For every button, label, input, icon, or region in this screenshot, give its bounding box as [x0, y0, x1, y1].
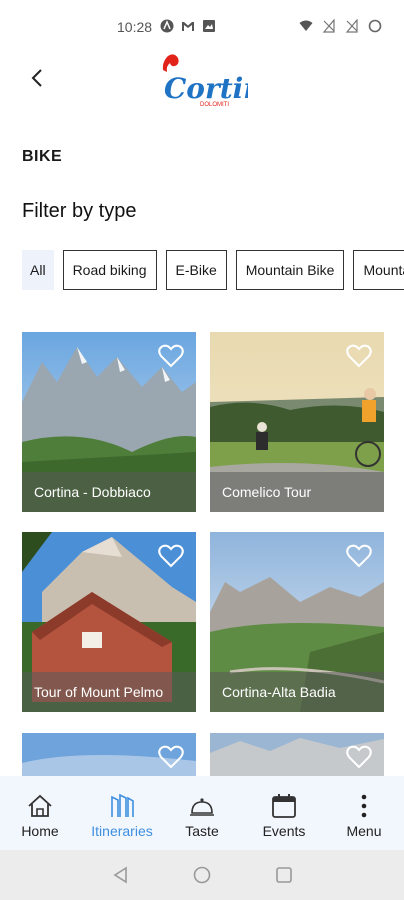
nav-itineraries[interactable]: Itineraries — [86, 776, 158, 850]
system-recents-icon[interactable] — [273, 864, 295, 886]
chip-all[interactable]: All — [22, 250, 54, 290]
nav-events[interactable]: Events — [256, 776, 312, 850]
signal-off-icon — [322, 19, 335, 33]
status-time: 10:28 — [117, 19, 153, 35]
nav-events-label: Events — [262, 823, 306, 839]
chip-mountain-bike[interactable]: Mountain Bike — [235, 250, 345, 290]
favorite-heart-icon[interactable] — [346, 745, 372, 769]
chip-road-biking[interactable]: Road biking — [62, 250, 157, 290]
gmail-icon — [182, 22, 194, 31]
nav-taste-label: Taste — [185, 823, 219, 839]
wifi-icon — [299, 20, 313, 31]
itinerary-title: Cortina-Alta Badia — [210, 672, 384, 712]
system-navigation-bar — [0, 850, 404, 900]
itinerary-card[interactable]: Cortina-Alta Badia — [210, 532, 384, 712]
calendar-icon — [272, 794, 296, 818]
filter-title: Filter by type — [22, 200, 137, 222]
chip-e-bike[interactable]: E-Bike — [165, 250, 227, 290]
nav-home-label: Home — [21, 823, 59, 839]
itinerary-title: Comelico Tour — [210, 472, 384, 512]
signal-off-icon-2 — [345, 19, 358, 33]
nav-home[interactable]: Home — [18, 776, 62, 850]
favorite-heart-icon[interactable] — [346, 544, 372, 568]
system-home-icon[interactable] — [191, 864, 213, 886]
itinerary-card[interactable] — [210, 733, 384, 776]
filter-chips: All Road biking E-Bike Mountain Bike Mou… — [22, 250, 404, 290]
chevron-left-icon — [31, 69, 42, 87]
logo-subtext: DOLOMITI — [200, 102, 229, 108]
itinerary-card[interactable]: Comelico Tour — [210, 332, 384, 512]
nav-taste[interactable]: Taste — [180, 776, 224, 850]
home-icon — [28, 794, 52, 817]
nav-itineraries-label: Itineraries — [91, 823, 153, 839]
favorite-heart-icon[interactable] — [346, 344, 372, 368]
itinerary-card[interactable]: Tour of Mount Pelmo — [22, 532, 196, 712]
nav-menu-label: Menu — [346, 823, 382, 839]
nav-menu[interactable]: Menu — [342, 776, 386, 850]
system-status-icons — [299, 19, 382, 33]
system-back-icon[interactable] — [110, 864, 132, 886]
status-bar: 10:28 — [0, 0, 404, 56]
section-title: BIKE — [22, 148, 63, 165]
more-vertical-icon — [361, 794, 367, 818]
itinerary-card[interactable] — [22, 733, 196, 776]
itinerary-title: Tour of Mount Pelmo — [22, 672, 196, 712]
cloche-icon — [190, 798, 214, 816]
bottom-navigation: Home Itineraries Taste Events Menu — [0, 776, 404, 850]
battery-icon — [368, 19, 382, 33]
favorite-heart-icon[interactable] — [158, 745, 184, 769]
app-notification-icon — [160, 19, 174, 33]
image-notification-icon — [203, 20, 215, 32]
cortina-logo[interactable]: Cortina DOLOMITI — [158, 52, 282, 108]
itinerary-card[interactable]: Cortina - Dobbiaco — [22, 332, 196, 512]
logo-wordmark: Cortina — [164, 72, 248, 105]
favorite-heart-icon[interactable] — [158, 544, 184, 568]
cortina-logo-graphic: Cortina DOLOMITI — [162, 54, 282, 108]
itinerary-title: Cortina - Dobbiaco — [22, 472, 196, 512]
back-button[interactable] — [24, 64, 52, 92]
favorite-heart-icon[interactable] — [158, 344, 184, 368]
itineraries-icon — [111, 793, 134, 817]
notification-icons — [160, 19, 216, 33]
chip-mountain-truncated[interactable]: Mounta — [353, 250, 404, 290]
